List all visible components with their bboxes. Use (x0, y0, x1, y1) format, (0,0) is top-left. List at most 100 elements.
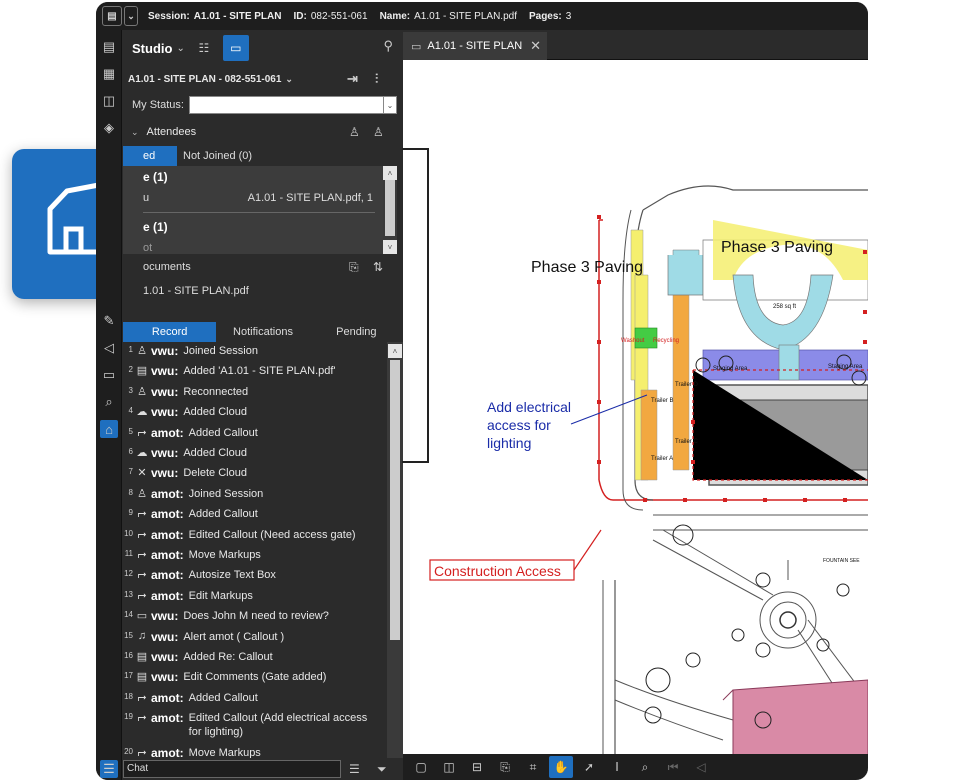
site-plan-drawing[interactable]: Phase 3 Paving Phase 3 Paving Add electr… (403, 60, 868, 754)
record-item[interactable]: 9 ⮣ amot: Added Callout (123, 507, 387, 527)
record-item[interactable]: 17 ▤ vwu: Edit Comments (Gate added) (123, 670, 387, 690)
trailer-b-label: Trailer B (651, 398, 673, 404)
record-scroll-track[interactable]: ˄ (388, 342, 402, 758)
panel-title[interactable]: Studio (132, 41, 172, 56)
attendee-group[interactable]: e (1) (143, 220, 168, 234)
chevron-down-icon[interactable]: ⌄ (131, 127, 139, 138)
record-user: amot: (151, 745, 184, 758)
file-icon[interactable]: ▤ (102, 6, 122, 26)
first-page-icon[interactable]: ⏮ (661, 756, 685, 778)
record-number: 13 (124, 589, 133, 599)
list-view-icon[interactable]: ☷ (191, 35, 217, 61)
sort-icon[interactable]: ⇅ (373, 260, 383, 274)
record-item[interactable]: 7 ✕ vwu: Delete Cloud (123, 466, 387, 486)
record-item[interactable]: 14 ▭ vwu: Does John M need to review? (123, 609, 387, 629)
text-select-icon[interactable]: Ⅰ (605, 756, 629, 778)
attendees-header[interactable]: ⌄ Attendees ♙ ♙ (123, 120, 403, 144)
split-vertical-icon[interactable]: ◫ (437, 756, 461, 778)
prev-page-icon[interactable]: ◁ (689, 756, 713, 778)
document-tab[interactable]: ▭ A1.01 - SITE PLAN ✕ (403, 32, 547, 60)
pan-hand-icon[interactable]: ✋ (549, 756, 573, 778)
delete-icon: ✕ (137, 467, 147, 480)
search-icon[interactable]: ⌕ (100, 393, 118, 411)
record-item[interactable]: 1 ♙ vwu: Joined Session (123, 344, 387, 364)
list-icon[interactable]: ☰ (349, 762, 360, 776)
attendee-name[interactable]: ot (143, 242, 152, 254)
chevron-down-icon[interactable]: ⌄ (285, 74, 293, 85)
select-arrow-icon[interactable]: ➚ (577, 756, 601, 778)
tab-record[interactable]: Record (123, 322, 217, 342)
status-select[interactable]: ⌄ (189, 96, 397, 114)
tag-icon[interactable]: ◁ (100, 339, 118, 357)
tab-joined[interactable]: ed (123, 146, 177, 166)
scroll-up-icon[interactable]: ˄ (383, 166, 397, 180)
scroll-up-icon[interactable]: ˄ (388, 344, 402, 358)
crop-icon[interactable]: ⌗ (521, 756, 545, 778)
tab-notifications[interactable]: Notifications (216, 322, 309, 342)
record-item[interactable]: 15 ♫ vwu: Alert amot ( Callout ) (123, 630, 387, 650)
filter-icon[interactable]: ⏷ (377, 762, 387, 777)
stamp-icon[interactable]: ▭ (100, 366, 118, 384)
zoom-icon[interactable]: ⌕ (633, 756, 657, 778)
add-document-icon[interactable]: ⎘ (349, 260, 359, 275)
attendee-scrollbar[interactable]: ˄ ˅ (383, 166, 397, 254)
chevron-down-icon[interactable]: ⌄ (176, 43, 184, 54)
single-page-icon[interactable]: ▢ (409, 756, 433, 778)
attendee-name[interactable]: u (143, 192, 149, 204)
record-number: 1 (128, 345, 133, 354)
tab-not-joined[interactable]: Not Joined (0) (177, 146, 258, 166)
cloud-icon: ☁ (136, 406, 148, 419)
bookmarks-icon[interactable]: ◫ (100, 92, 118, 110)
chevron-down-icon[interactable]: ⌄ (383, 97, 396, 113)
record-item[interactable]: 10 ⮣ amot: Edited Callout (Need access gate… (123, 528, 387, 548)
menu-list-icon[interactable]: ☰ (100, 760, 118, 778)
record-item[interactable]: 20 ⮣ amot: Move Markups (123, 746, 387, 758)
record-action: Reconnected (183, 385, 248, 399)
chevron-down-icon[interactable]: ⌄ (124, 6, 138, 26)
record-action-text: Joined Session (183, 345, 258, 357)
record-item[interactable]: 11 ⮣ amot: Move Markups (123, 548, 387, 568)
signature-icon[interactable]: ✎ (100, 312, 118, 330)
chat-input[interactable]: Chat (123, 760, 341, 778)
electrical-callout-line3[interactable]: lighting (487, 435, 531, 451)
thumbnails-icon[interactable]: ▦ (100, 65, 118, 83)
record-item[interactable]: 3 ♙ vwu: Reconnected (123, 385, 387, 405)
add-user-icon[interactable]: ♙ (373, 125, 384, 139)
scroll-thumb[interactable] (385, 180, 395, 236)
lock-user-icon[interactable]: ♙ (349, 125, 360, 139)
document-item[interactable]: 1.01 - SITE PLAN.pdf (123, 280, 403, 302)
sessions-icon[interactable]: ▭ (222, 35, 249, 61)
record-item[interactable]: 8 ♙ amot: Joined Session (123, 487, 387, 507)
documents-header[interactable]: ocuments ⎘ ⇅ (123, 256, 403, 278)
exit-session-icon[interactable]: ⇥ (347, 71, 358, 87)
record-scrollbar[interactable]: ˄ (387, 342, 403, 758)
record-item[interactable]: 18 ⮣ amot: Added Callout (123, 691, 387, 711)
record-item[interactable]: 12 ⮣ amot: Autosize Text Box (123, 568, 387, 588)
scroll-thumb[interactable] (390, 360, 400, 640)
session-selector[interactable]: A1.01 - SITE PLAN - 082-551-061 ⌄ ⇥ ⫶ (123, 66, 403, 92)
record-item[interactable]: 19 ⮣ amot: Edited Callout (Add electrical a… (123, 711, 387, 745)
add-page-icon[interactable]: ⎘ (493, 756, 517, 778)
pin-icon[interactable]: ⚲ (383, 38, 393, 54)
record-item[interactable]: 5 ⮣ amot: Added Callout (123, 426, 387, 446)
split-horizontal-icon[interactable]: ⊟ (465, 756, 489, 778)
settings-sliders-icon[interactable]: ⫶ (375, 71, 378, 87)
scroll-down-icon[interactable]: ˅ (383, 240, 397, 254)
attendee-group[interactable]: e (1) (143, 170, 168, 184)
electrical-callout-line2[interactable]: access for (487, 417, 551, 433)
record-item[interactable]: 2 ▤ vwu: Added 'A1.01 - SITE PLAN.pdf' (123, 364, 387, 384)
electrical-callout-line1[interactable]: Add electrical (487, 399, 571, 415)
studio-icon[interactable]: ⌂ (100, 420, 118, 438)
properties-icon[interactable]: ▤ (100, 38, 118, 56)
record-item[interactable]: 6 ☁ vwu: Added Cloud (123, 446, 387, 466)
record-item[interactable]: 4 ☁ vwu: Added Cloud (123, 405, 387, 425)
record-item[interactable]: 13 ⮣ amot: Edit Markups (123, 589, 387, 609)
construction-access-label[interactable]: Construction Access (434, 563, 561, 579)
record-item[interactable]: 16 ▤ vwu: Added Re: Callout (123, 650, 387, 670)
record-number: 19 (124, 712, 133, 722)
layers-icon[interactable]: ◈ (100, 119, 118, 137)
close-icon[interactable]: ✕ (530, 38, 541, 54)
site-plan-canvas[interactable]: Phase 3 Paving Phase 3 Paving Add electr… (403, 60, 868, 754)
tab-pending[interactable]: Pending (310, 322, 403, 342)
record-action: Added Re: Callout (183, 650, 272, 664)
